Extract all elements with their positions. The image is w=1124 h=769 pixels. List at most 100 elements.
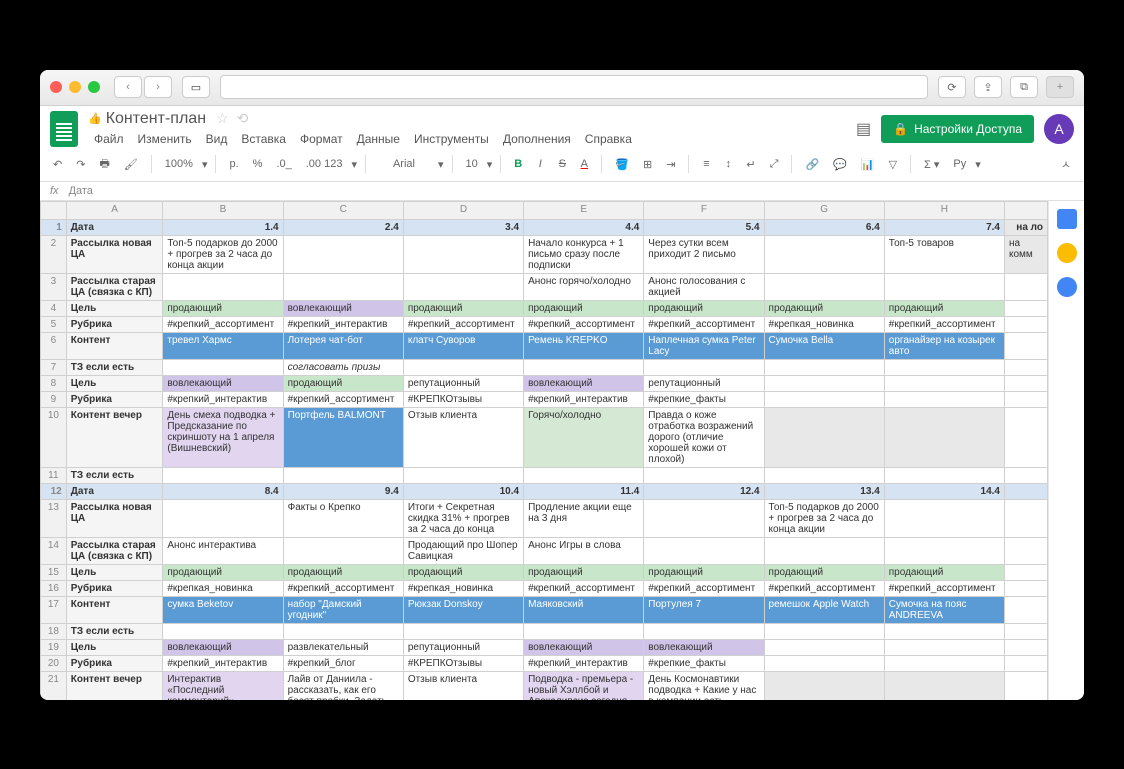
- row-header[interactable]: 5: [41, 316, 67, 332]
- cell[interactable]: Подводка - премьера - новый Хэллбой и Ап…: [524, 671, 644, 700]
- cell[interactable]: [524, 359, 644, 375]
- cell[interactable]: Цель: [66, 375, 163, 391]
- cell[interactable]: 5.4: [644, 219, 764, 235]
- cell[interactable]: [1005, 316, 1048, 332]
- cell[interactable]: [163, 499, 283, 537]
- cell[interactable]: [163, 273, 283, 300]
- cell[interactable]: [1005, 580, 1048, 596]
- cell[interactable]: Топ-5 подарков до 2000 + прогрев за 2 ча…: [163, 235, 283, 273]
- cell[interactable]: #крепкий_ассортимент: [884, 316, 1004, 332]
- cell[interactable]: [163, 467, 283, 483]
- col-header[interactable]: B: [163, 201, 283, 219]
- forward-button[interactable]: ›: [144, 76, 172, 98]
- cell[interactable]: [884, 467, 1004, 483]
- halign-button[interactable]: ≡: [697, 155, 715, 173]
- cell[interactable]: [884, 407, 1004, 467]
- cell[interactable]: продающий: [644, 300, 764, 316]
- filter-button[interactable]: ▽: [884, 155, 902, 174]
- cell[interactable]: продающий: [644, 564, 764, 580]
- avatar[interactable]: A: [1044, 114, 1074, 144]
- cell[interactable]: [764, 391, 884, 407]
- cell[interactable]: продающий: [524, 564, 644, 580]
- cell[interactable]: Цель: [66, 300, 163, 316]
- cell[interactable]: #крепкий_ассортимент: [163, 316, 283, 332]
- cell[interactable]: [1005, 332, 1048, 359]
- menu-вставка[interactable]: Вставка: [235, 130, 292, 148]
- col-header[interactable]: C: [283, 201, 403, 219]
- share-button[interactable]: 🔒 Настройки Доступа: [881, 115, 1034, 143]
- row-header[interactable]: 20: [41, 655, 67, 671]
- tasks-addon-icon[interactable]: [1057, 277, 1077, 297]
- cell[interactable]: Начало конкурса + 1 письмо сразу после п…: [524, 235, 644, 273]
- cell[interactable]: Наплечная сумка Peter Lacy: [644, 332, 764, 359]
- cell[interactable]: вовлекающий: [644, 639, 764, 655]
- cell[interactable]: на ло: [1005, 219, 1048, 235]
- col-header[interactable]: G: [764, 201, 884, 219]
- cell[interactable]: продающий: [283, 375, 403, 391]
- cell[interactable]: Сумочка Bella: [764, 332, 884, 359]
- cell[interactable]: репутационный: [403, 639, 523, 655]
- menu-формат[interactable]: Формат: [294, 130, 349, 148]
- cell[interactable]: [1005, 483, 1048, 499]
- row-header[interactable]: 9: [41, 391, 67, 407]
- cell[interactable]: вовлекающий: [283, 300, 403, 316]
- cell[interactable]: Анонс интерактива: [163, 537, 283, 564]
- cell[interactable]: #крепкий_ассортимент: [524, 316, 644, 332]
- select-all-cell[interactable]: [41, 201, 67, 219]
- cell[interactable]: #крепкая_новинка: [403, 580, 523, 596]
- cell[interactable]: Анонс Игры в слова: [524, 537, 644, 564]
- cell[interactable]: [1005, 596, 1048, 623]
- cell[interactable]: [884, 273, 1004, 300]
- strike-button[interactable]: S: [553, 155, 571, 173]
- cell[interactable]: #крепкий_ассортимент: [644, 316, 764, 332]
- row-header[interactable]: 14: [41, 537, 67, 564]
- cell[interactable]: согласовать призы: [283, 359, 403, 375]
- cell[interactable]: Ремень KREPKO: [524, 332, 644, 359]
- cell[interactable]: [764, 623, 884, 639]
- currency-button[interactable]: р.: [224, 155, 243, 173]
- wrap-button[interactable]: ↵: [741, 155, 760, 174]
- cell[interactable]: #крепкий_интерактив: [163, 391, 283, 407]
- cell[interactable]: Дата: [66, 219, 163, 235]
- cell[interactable]: [403, 467, 523, 483]
- cell[interactable]: ТЗ если есть: [66, 623, 163, 639]
- keep-addon-icon[interactable]: [1057, 243, 1077, 263]
- cell[interactable]: Цель: [66, 639, 163, 655]
- menu-изменить[interactable]: Изменить: [132, 130, 198, 148]
- row-header[interactable]: 7: [41, 359, 67, 375]
- functions-button[interactable]: Σ ▾: [919, 155, 944, 174]
- menu-файл[interactable]: Файл: [88, 130, 130, 148]
- cell[interactable]: 6.4: [764, 219, 884, 235]
- cell[interactable]: Маяковский: [524, 596, 644, 623]
- cell[interactable]: [163, 359, 283, 375]
- cell[interactable]: ТЗ если есть: [66, 359, 163, 375]
- cell[interactable]: [764, 537, 884, 564]
- chart-button[interactable]: 📊: [856, 155, 880, 174]
- cell[interactable]: Рассылка новая ЦА: [66, 499, 163, 537]
- cell[interactable]: ремешок Apple Watch: [764, 596, 884, 623]
- redo-button[interactable]: ↷: [71, 155, 90, 174]
- cell[interactable]: [884, 671, 1004, 700]
- reader-icon[interactable]: ⟳: [938, 76, 966, 98]
- cell[interactable]: [1005, 537, 1048, 564]
- cell[interactable]: Анонс голосования с акцией: [644, 273, 764, 300]
- row-header[interactable]: 16: [41, 580, 67, 596]
- cell[interactable]: Рассылка новая ЦА: [66, 235, 163, 273]
- row-header[interactable]: 1: [41, 219, 67, 235]
- merge-button[interactable]: ⇥: [661, 155, 680, 174]
- cell[interactable]: [764, 671, 884, 700]
- menu-справка[interactable]: Справка: [579, 130, 638, 148]
- cell[interactable]: продающий: [884, 564, 1004, 580]
- cell[interactable]: [283, 235, 403, 273]
- cell[interactable]: Контент вечер: [66, 407, 163, 467]
- cell[interactable]: [1005, 375, 1048, 391]
- cell[interactable]: Топ-5 подарков до 2000 + прогрев за 2 ча…: [764, 499, 884, 537]
- col-header[interactable]: E: [524, 201, 644, 219]
- cell[interactable]: органайзер на козырек авто: [884, 332, 1004, 359]
- cell[interactable]: [1005, 623, 1048, 639]
- font-select[interactable]: Arial: [374, 155, 434, 173]
- cell[interactable]: [1005, 467, 1048, 483]
- cell[interactable]: #крепкий_ассортимент: [524, 580, 644, 596]
- cell[interactable]: [1005, 499, 1048, 537]
- print-button[interactable]: 🖶: [94, 152, 114, 177]
